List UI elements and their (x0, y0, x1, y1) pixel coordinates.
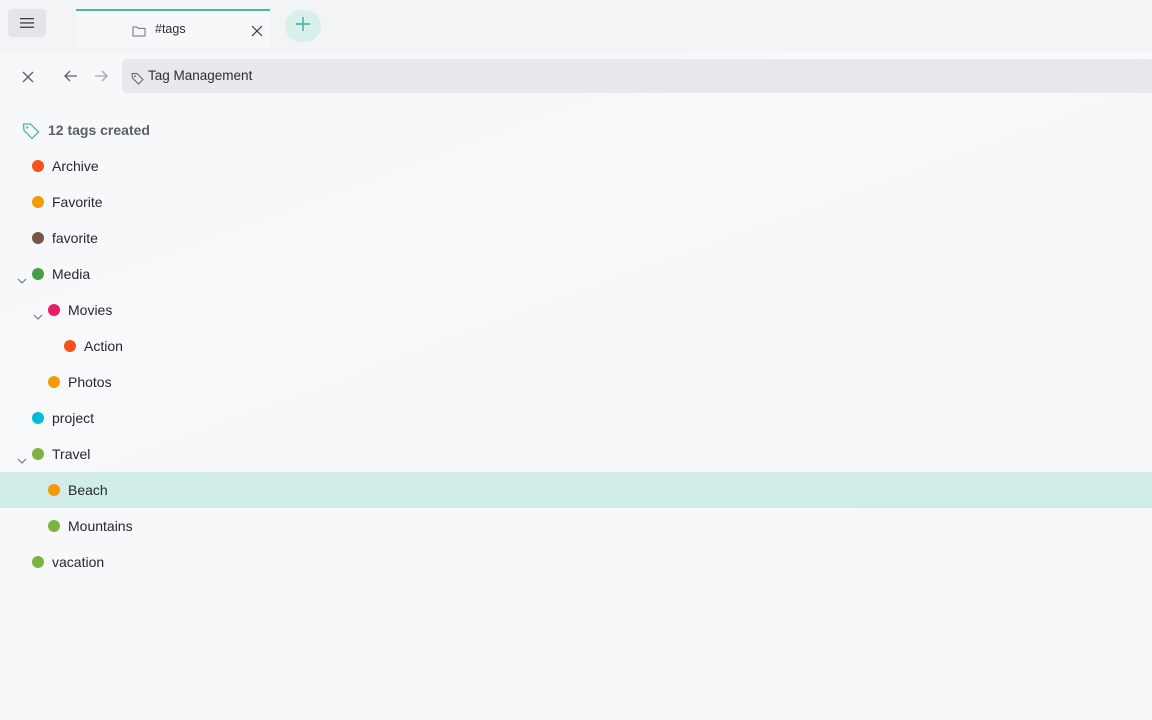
new-tab-button[interactable] (285, 10, 321, 42)
hamburger-icon (19, 14, 35, 33)
chevron-down-icon[interactable] (17, 450, 27, 464)
tag-icon (22, 122, 40, 144)
chevron-down-icon[interactable] (17, 270, 27, 284)
tag-color-dot (32, 556, 44, 568)
tag-row-vacation[interactable]: vacation (0, 544, 1152, 580)
tag-row-favorite[interactable]: favorite (0, 220, 1152, 256)
tab-title: #tags (155, 22, 186, 36)
tag-label: Mountains (68, 518, 133, 534)
arrow-left-icon[interactable] (62, 68, 80, 84)
tag-label: Movies (68, 302, 113, 318)
tag-row-photos[interactable]: Photos (0, 364, 1152, 400)
tag-icon (131, 70, 144, 89)
tag-color-dot (32, 196, 44, 208)
tag-color-dot (48, 484, 60, 496)
tab-tags[interactable]: #tags (76, 9, 270, 47)
tag-row-mountains[interactable]: Mountains (0, 508, 1152, 544)
arrow-right-icon[interactable] (92, 68, 110, 84)
tag-label: favorite (52, 230, 98, 246)
tag-row-archive[interactable]: Archive (0, 148, 1152, 184)
close-icon[interactable] (20, 69, 36, 85)
tab-bar: #tags (0, 0, 1152, 52)
chevron-down-icon[interactable] (33, 306, 43, 320)
tag-color-dot (48, 376, 60, 388)
tag-color-dot (48, 520, 60, 532)
address-bar[interactable]: Tag Management (122, 59, 1152, 93)
close-icon[interactable] (250, 23, 264, 37)
tag-row-favorite[interactable]: Favorite (0, 184, 1152, 220)
address-text: Tag Management (148, 68, 253, 83)
tag-color-dot (32, 448, 44, 460)
folder-icon (132, 22, 146, 41)
menu-button[interactable] (8, 9, 46, 37)
tag-count: 12 tags created (48, 122, 150, 138)
navigation-bar: Tag Management (0, 52, 1152, 100)
app-window: #tags Tag Management 12 tags created Arc… (0, 0, 1152, 720)
tag-row-project[interactable]: project (0, 400, 1152, 436)
tag-label: Beach (68, 482, 108, 498)
tag-color-dot (32, 160, 44, 172)
tag-label: Archive (52, 158, 99, 174)
tag-color-dot (32, 268, 44, 280)
tag-label: Photos (68, 374, 112, 390)
tag-color-dot (48, 304, 60, 316)
tag-color-dot (32, 412, 44, 424)
tag-row-beach[interactable]: Beach (0, 472, 1152, 508)
plus-icon (295, 16, 311, 36)
tag-row-travel[interactable]: Travel (0, 436, 1152, 472)
tag-label: Action (84, 338, 123, 354)
tag-label: Favorite (52, 194, 103, 210)
tag-label: vacation (52, 554, 105, 570)
tag-label: Media (52, 266, 91, 282)
tag-color-dot (32, 232, 44, 244)
tag-color-dot (64, 340, 76, 352)
tag-row-action[interactable]: Action (0, 328, 1152, 364)
tag-label: Travel (52, 446, 91, 462)
tag-row-media[interactable]: Media (0, 256, 1152, 292)
tag-row-movies[interactable]: Movies (0, 292, 1152, 328)
tag-tree: Archive Favorite favorite Media Movies Action… (0, 148, 1152, 580)
tag-label: project (52, 410, 95, 426)
